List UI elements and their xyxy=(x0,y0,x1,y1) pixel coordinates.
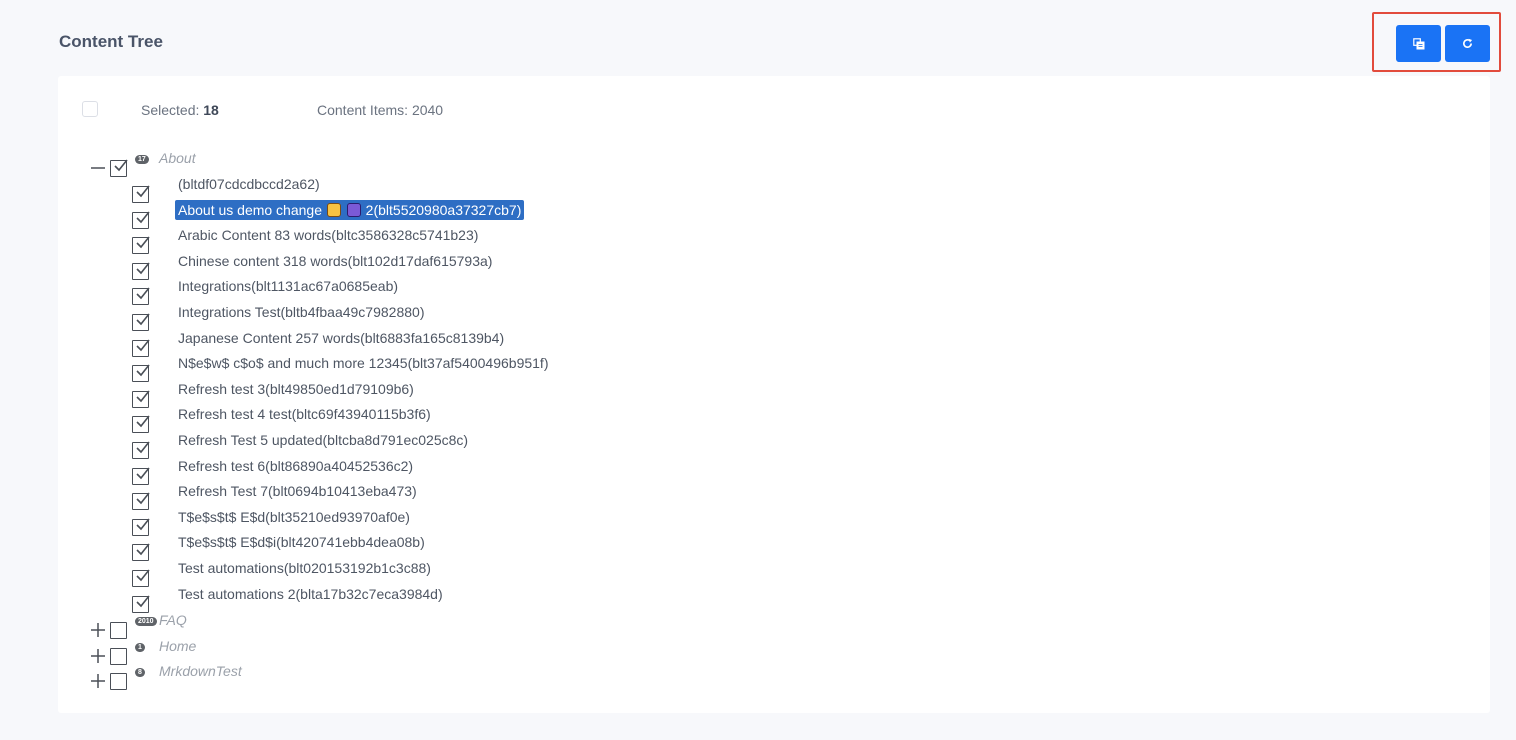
group-label[interactable]: About xyxy=(159,150,196,166)
copy-icon xyxy=(1412,37,1424,49)
item-checkbox[interactable] xyxy=(132,339,150,357)
refresh-button[interactable] xyxy=(1445,25,1490,62)
item-checkbox[interactable] xyxy=(132,236,150,255)
item-checkbox[interactable] xyxy=(132,415,150,434)
tree-item-label[interactable]: Japanese Content 257 words(blt6883fa165c… xyxy=(175,328,507,348)
group-checkbox[interactable] xyxy=(110,648,127,665)
item-checkbox[interactable] xyxy=(132,595,150,613)
tree-item-label[interactable]: Refresh test 6(blt86890a40452536c2) xyxy=(175,456,416,476)
tree-item-label[interactable]: Refresh Test 7(blt0694b10413eba473) xyxy=(175,481,420,501)
item-checkbox[interactable] xyxy=(132,518,150,536)
count-badge: 1 xyxy=(135,643,145,652)
tree-item-label[interactable]: Arabic Content 83 words(bltc3586328c5741… xyxy=(175,225,481,245)
content-items-count: Content Items: 2040 xyxy=(317,102,444,118)
expand-icon[interactable] xyxy=(90,622,106,638)
expand-icon[interactable] xyxy=(90,673,106,689)
selected-count: Selected: 18 xyxy=(141,102,219,118)
item-checkbox[interactable] xyxy=(132,467,150,485)
group-checkbox[interactable] xyxy=(110,159,128,177)
tree-item-label[interactable]: Test automations 2(blta17b32c7eca3984d) xyxy=(175,584,446,604)
item-label-text: 2(blt5520980a37327cb7) xyxy=(361,201,522,218)
tree-item-label[interactable]: (bltdf07cdcdbccd2a62) xyxy=(175,174,323,194)
select-all-checkbox[interactable] xyxy=(82,101,98,117)
group-label[interactable]: MrkdownTest xyxy=(159,663,242,679)
tree-item-label[interactable]: Refresh test 4 test(bltc69f43940115b3f6) xyxy=(175,404,434,424)
group-label[interactable]: FAQ xyxy=(159,612,187,628)
collapse-icon[interactable] xyxy=(90,160,106,176)
tree-item-label[interactable]: Integrations(blt1131ac67a0685eab) xyxy=(175,276,401,296)
count-badge: 2010 xyxy=(135,617,157,626)
tree-item-label[interactable]: Refresh Test 5 updated(bltcba8d791ec025c… xyxy=(175,430,471,450)
item-checkbox[interactable] xyxy=(132,185,150,203)
item-checkbox[interactable] xyxy=(132,543,150,562)
tree-item-label[interactable]: About us demo change 2(blt5520980a37327c… xyxy=(175,199,525,220)
tree-item-label[interactable]: N$e$w$ c$o$ and much more 12345(blt37af5… xyxy=(175,353,552,373)
count-badge: 8 xyxy=(135,668,145,677)
item-checkbox[interactable] xyxy=(132,262,150,280)
item-checkbox[interactable] xyxy=(132,441,150,459)
item-checkbox[interactable] xyxy=(132,390,150,408)
hands-emoji xyxy=(326,202,341,217)
item-checkbox[interactable] xyxy=(132,287,150,306)
tree-item-label[interactable]: Integrations Test(bltb4fbaa49c7982880) xyxy=(175,302,427,322)
content-tree-panel: Selected: 18 Content Items: 2040 17 About… xyxy=(58,76,1490,713)
copy-button[interactable] xyxy=(1396,25,1441,62)
item-checkbox[interactable] xyxy=(132,313,150,331)
item-checkbox[interactable] xyxy=(132,364,150,383)
tree-item-label[interactable]: T$e$s$t$ E$d$i(blt420741ebb4dea08b) xyxy=(175,532,428,552)
item-checkbox[interactable] xyxy=(132,569,150,587)
count-badge: 17 xyxy=(135,155,149,164)
item-checkbox[interactable] xyxy=(132,492,150,511)
item-checkbox[interactable] xyxy=(132,211,150,229)
expand-icon[interactable] xyxy=(90,648,106,664)
item-label-text: About us demo change xyxy=(178,201,326,218)
group-label[interactable]: Home xyxy=(159,638,196,654)
refresh-icon xyxy=(1463,38,1473,48)
tree-item-label[interactable]: T$e$s$t$ E$d(blt35210ed93970af0e) xyxy=(175,507,413,527)
group-checkbox[interactable] xyxy=(110,622,127,639)
tickets-emoji xyxy=(346,202,361,217)
tree-item-label[interactable]: Chinese content 318 words(blt102d17daf61… xyxy=(175,251,495,271)
group-checkbox[interactable] xyxy=(110,673,127,690)
tree-item-label[interactable]: Refresh test 3(blt49850ed1d79109b6) xyxy=(175,379,417,399)
tree-item-label[interactable]: Test automations(blt020153192b1c3c88) xyxy=(175,558,434,578)
page-title: Content Tree xyxy=(59,32,163,51)
